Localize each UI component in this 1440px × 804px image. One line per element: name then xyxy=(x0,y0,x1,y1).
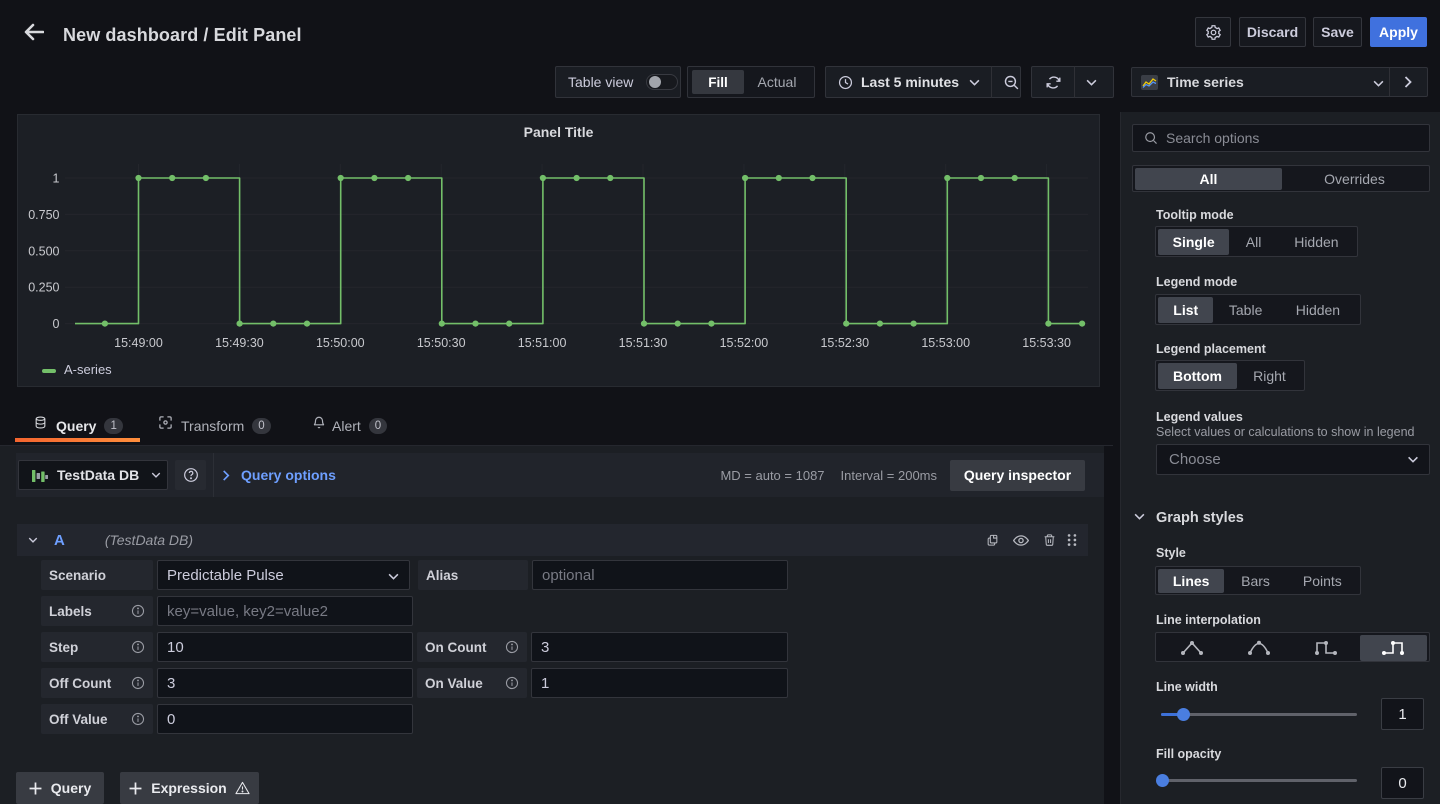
svg-text:15:51:00: 15:51:00 xyxy=(518,336,567,350)
svg-text:0: 0 xyxy=(53,317,60,331)
svg-text:15:50:00: 15:50:00 xyxy=(316,336,365,350)
svg-text:15:53:30: 15:53:30 xyxy=(1022,336,1071,350)
svg-text:15:49:00: 15:49:00 xyxy=(114,336,163,350)
svg-text:15:52:30: 15:52:30 xyxy=(820,336,869,350)
svg-text:15:51:30: 15:51:30 xyxy=(619,336,668,350)
svg-text:15:49:30: 15:49:30 xyxy=(215,336,264,350)
svg-text:15:50:30: 15:50:30 xyxy=(417,336,466,350)
svg-text:1: 1 xyxy=(53,172,60,186)
svg-text:15:52:00: 15:52:00 xyxy=(720,336,769,350)
svg-text:0.500: 0.500 xyxy=(28,244,59,258)
svg-text:15:53:00: 15:53:00 xyxy=(921,336,970,350)
svg-text:0.250: 0.250 xyxy=(28,281,59,295)
svg-text:0.750: 0.750 xyxy=(28,208,59,222)
